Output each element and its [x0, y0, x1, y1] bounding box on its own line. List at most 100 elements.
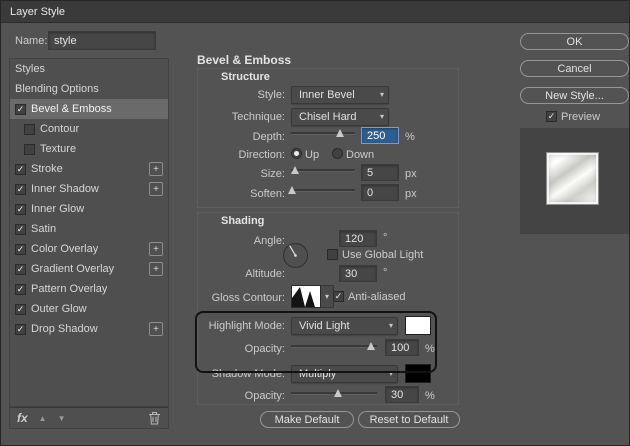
size-slider[interactable]: [291, 164, 355, 176]
highlight-opacity-label: Opacity:: [244, 343, 285, 355]
checkbox-checked-icon[interactable]: ✓: [15, 203, 26, 215]
checkbox-unchecked-icon[interactable]: [24, 143, 35, 155]
shadow-opacity-unit: %: [425, 390, 435, 402]
sidebar-item-outer-glow[interactable]: ✓ Outer Glow: [10, 299, 168, 319]
sidebar-item-gradient-overlay[interactable]: ✓ Gradient Overlay +: [10, 259, 168, 279]
highlight-mode-dropdown[interactable]: Vivid Light ▾: [291, 317, 398, 335]
shading-heading: Shading: [221, 215, 265, 227]
slider-track: [291, 189, 355, 191]
size-label: Size:: [260, 168, 285, 180]
angle-dial[interactable]: [282, 242, 309, 269]
angle-input[interactable]: 120: [339, 230, 377, 247]
add-effect-plus-icon[interactable]: +: [149, 162, 163, 176]
checkbox-checked-icon[interactable]: ✓: [15, 163, 26, 175]
highlight-color-swatch[interactable]: [405, 316, 431, 335]
sidebar-item-texture[interactable]: Texture: [10, 139, 168, 159]
sidebar-item-styles[interactable]: Styles: [10, 59, 168, 79]
make-default-button[interactable]: Make Default: [260, 411, 354, 428]
depth-slider[interactable]: [291, 127, 355, 139]
effects-list: Styles Blending Options ✓ Bevel & Emboss …: [9, 58, 169, 407]
technique-dropdown[interactable]: Chisel Hard ▾: [291, 108, 389, 126]
checkbox-unchecked-icon[interactable]: [24, 123, 35, 135]
slider-track: [291, 132, 355, 134]
shadow-mode-dropdown[interactable]: Multiply ▾: [291, 365, 398, 383]
sidebar-item-pattern-overlay[interactable]: ✓ Pattern Overlay: [10, 279, 168, 299]
soften-label: Soften:: [250, 188, 285, 200]
sidebar-item-satin[interactable]: ✓ Satin: [10, 219, 168, 239]
chevron-down-icon: ▾: [379, 90, 384, 100]
name-input[interactable]: style: [48, 31, 156, 50]
shadow-opacity-slider[interactable]: [291, 387, 377, 399]
preview-checkbox[interactable]: ✓: [546, 111, 557, 122]
chevron-down-icon: ▾: [388, 321, 393, 331]
move-effect-up-icon[interactable]: ▲: [39, 414, 47, 423]
add-effect-plus-icon[interactable]: +: [149, 322, 163, 336]
depth-input[interactable]: 250: [361, 127, 399, 144]
sidebar-item-inner-glow[interactable]: ✓ Inner Glow: [10, 199, 168, 219]
altitude-input[interactable]: 30: [339, 265, 377, 282]
checkbox-checked-icon[interactable]: ✓: [15, 283, 26, 295]
sidebar-item-inner-shadow[interactable]: ✓ Inner Shadow +: [10, 179, 168, 199]
add-effect-plus-icon[interactable]: +: [149, 242, 163, 256]
sidebar-item-bevel-emboss[interactable]: ✓ Bevel & Emboss: [10, 99, 168, 119]
angle-label: Angle:: [253, 235, 285, 247]
depth-unit: %: [405, 131, 415, 143]
slider-thumb-icon[interactable]: [366, 342, 375, 350]
soften-slider[interactable]: [288, 184, 355, 196]
shadow-opacity-input[interactable]: 30: [385, 386, 419, 403]
checkbox-checked-icon[interactable]: ✓: [15, 303, 26, 315]
slider-thumb-icon[interactable]: [334, 389, 343, 397]
size-input[interactable]: 5: [361, 164, 399, 181]
soften-input[interactable]: 0: [361, 184, 399, 201]
style-dropdown[interactable]: Inner Bevel ▾: [291, 86, 389, 104]
altitude-unit: °: [383, 267, 388, 279]
chevron-down-icon: ▾: [388, 369, 393, 379]
sidebar-item-drop-shadow[interactable]: ✓ Drop Shadow +: [10, 319, 168, 339]
structure-heading: Structure: [221, 71, 270, 83]
checkbox-checked-icon[interactable]: ✓: [15, 103, 26, 115]
panel-title: Bevel & Emboss: [197, 53, 292, 67]
highlight-opacity-unit: %: [425, 343, 435, 355]
cancel-button[interactable]: Cancel: [520, 60, 629, 77]
slider-track: [291, 345, 377, 347]
highlight-opacity-input[interactable]: 100: [385, 339, 419, 356]
use-global-light-checkbox[interactable]: [327, 249, 338, 260]
direction-label: Direction:: [238, 149, 285, 161]
checkbox-checked-icon[interactable]: ✓: [15, 243, 26, 255]
add-effect-plus-icon[interactable]: +: [149, 182, 163, 196]
anti-aliased-checkbox[interactable]: ✓: [333, 291, 344, 302]
slider-thumb-icon[interactable]: [288, 186, 297, 194]
anti-aliased-label: Anti-aliased: [348, 291, 406, 303]
sidebar-item-color-overlay[interactable]: ✓ Color Overlay +: [10, 239, 168, 259]
altitude-label: Altitude:: [245, 268, 285, 280]
sidebar-item-stroke[interactable]: ✓ Stroke +: [10, 159, 168, 179]
ok-button[interactable]: OK: [520, 33, 629, 50]
highlight-opacity-slider[interactable]: [291, 340, 377, 352]
size-unit: px: [405, 168, 417, 180]
gloss-contour-picker[interactable]: ▾: [291, 285, 334, 308]
slider-thumb-icon[interactable]: [335, 129, 344, 137]
gloss-contour-label: Gloss Contour:: [211, 292, 285, 304]
sidebar-item-blending-options[interactable]: Blending Options: [10, 79, 168, 99]
depth-label: Depth:: [252, 131, 285, 143]
checkbox-checked-icon[interactable]: ✓: [15, 223, 26, 235]
checkbox-checked-icon[interactable]: ✓: [15, 263, 26, 275]
checkbox-checked-icon[interactable]: ✓: [15, 183, 26, 195]
effects-list-footer: fx ▲ ▼: [9, 407, 169, 429]
angle-unit: °: [383, 232, 388, 244]
checkbox-checked-icon[interactable]: ✓: [15, 323, 26, 335]
shadow-color-swatch[interactable]: [405, 364, 431, 383]
titlebar[interactable]: Layer Style: [1, 1, 629, 23]
add-effect-plus-icon[interactable]: +: [149, 262, 163, 276]
contour-thumbnail[interactable]: [291, 285, 321, 308]
highlight-mode-label: Highlight Mode:: [208, 320, 285, 332]
reset-to-default-button[interactable]: Reset to Default: [358, 411, 460, 428]
direction-down-radio[interactable]: [332, 148, 343, 159]
slider-thumb-icon[interactable]: [291, 166, 300, 174]
sidebar-item-contour[interactable]: Contour: [10, 119, 168, 139]
delete-effect-trash-icon[interactable]: [148, 411, 161, 425]
new-style-button[interactable]: New Style...: [520, 87, 629, 104]
technique-label: Technique:: [231, 111, 285, 123]
move-effect-down-icon[interactable]: ▼: [58, 414, 66, 423]
direction-up-radio[interactable]: [291, 148, 302, 159]
